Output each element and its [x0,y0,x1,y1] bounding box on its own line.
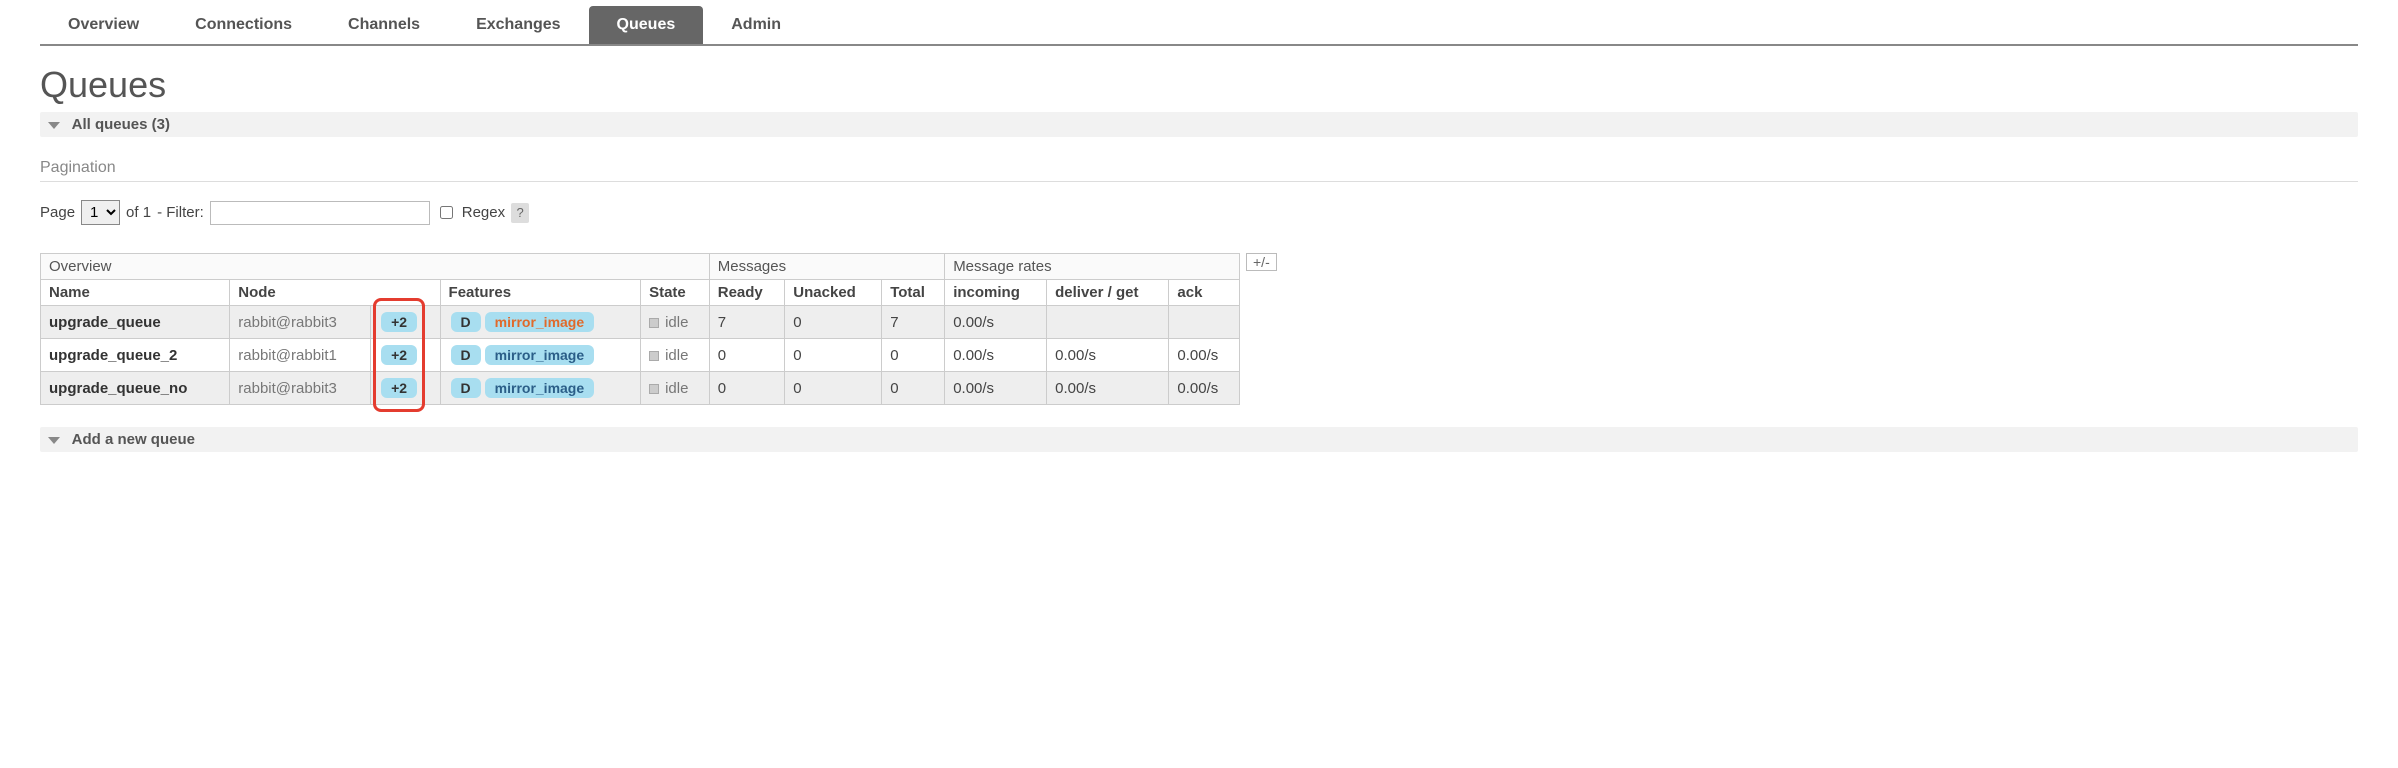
features-cell: Dmirror_image [440,372,641,405]
table-row: upgrade_queue_norabbit@rabbit3 +2 Dmirror_… [41,372,1240,405]
ready-value: 7 [709,306,785,339]
col-features[interactable]: Features [440,280,641,306]
group-overview: Overview [41,254,710,280]
page-title: Queues [40,64,2358,106]
regex-checkbox[interactable] [440,206,453,219]
unacked-value: 0 [785,372,882,405]
col-deliver[interactable]: deliver / get [1047,280,1169,306]
pagination-controls: Page 1 of 1 - Filter: Regex ? [40,200,2358,225]
node-label: rabbit@rabbit1 [230,339,371,372]
filter-label: - Filter: [157,204,204,221]
add-queue-header[interactable]: Add a new queue [40,427,2358,452]
feature-policy-tag: mirror_image [485,312,594,332]
feature-durable-tag: D [451,378,481,398]
add-queue-label: Add a new queue [72,431,195,448]
state-dot-icon [649,318,659,328]
queues-table: Overview Messages Message rates Name Nod… [40,253,1240,405]
table-row: upgrade_queue_2rabbit@rabbit1 +2 Dmirror_i… [41,339,1240,372]
node-label: rabbit@rabbit3 [230,372,371,405]
replica-tag-cell: +2 [371,306,440,339]
node-label: rabbit@rabbit3 [230,306,371,339]
ready-value: 0 [709,339,785,372]
queue-name-link[interactable]: upgrade_queue_2 [41,339,230,372]
main-tabs: Overview Connections Channels Exchanges … [40,6,2358,46]
ready-value: 0 [709,372,785,405]
incoming-value: 0.00/s [945,306,1047,339]
ack-value [1169,306,1240,339]
page-label: Page [40,204,75,221]
total-value: 7 [882,306,945,339]
features-cell: Dmirror_image [440,306,641,339]
all-queues-label: All queues (3) [72,116,170,133]
regex-help-icon[interactable]: ? [511,203,529,223]
queues-table-wrapper: Overview Messages Message rates Name Nod… [40,253,2358,405]
col-total[interactable]: Total [882,280,945,306]
state-dot-icon [649,384,659,394]
queue-name-link[interactable]: upgrade_queue [41,306,230,339]
caret-down-icon [48,122,60,129]
col-state[interactable]: State [641,280,710,306]
tab-admin[interactable]: Admin [703,6,809,44]
replica-tag-cell: +2 [371,339,440,372]
col-node[interactable]: Node [230,280,440,306]
pagination-heading: Pagination [40,159,2358,182]
caret-down-icon [48,437,60,444]
tab-channels[interactable]: Channels [320,6,448,44]
ack-value: 0.00/s [1169,372,1240,405]
all-queues-header[interactable]: All queues (3) [40,112,2358,137]
tab-overview[interactable]: Overview [40,6,167,44]
state-cell: idle [641,372,710,405]
group-rates: Message rates [945,254,1240,280]
feature-policy-tag: mirror_image [485,378,594,398]
col-name[interactable]: Name [41,280,230,306]
state-dot-icon [649,351,659,361]
total-value: 0 [882,372,945,405]
tab-queues[interactable]: Queues [589,6,704,44]
group-messages: Messages [709,254,944,280]
queue-name-link[interactable]: upgrade_queue_no [41,372,230,405]
regex-label: Regex [462,204,505,221]
deliver-value [1047,306,1169,339]
page-select[interactable]: 1 [81,200,120,225]
replica-tag-cell: +2 [371,372,440,405]
tab-exchanges[interactable]: Exchanges [448,6,588,44]
feature-durable-tag: D [451,345,481,365]
col-unacked[interactable]: Unacked [785,280,882,306]
col-incoming[interactable]: incoming [945,280,1047,306]
state-cell: idle [641,339,710,372]
filter-input[interactable] [210,201,430,225]
feature-policy-tag: mirror_image [485,345,594,365]
features-cell: Dmirror_image [440,339,641,372]
state-cell: idle [641,306,710,339]
unacked-value: 0 [785,339,882,372]
replica-count-tag[interactable]: +2 [381,312,417,332]
deliver-value: 0.00/s [1047,339,1169,372]
unacked-value: 0 [785,306,882,339]
replica-count-tag[interactable]: +2 [381,345,417,365]
page-of-label: of 1 [126,204,151,221]
tab-connections[interactable]: Connections [167,6,320,44]
col-ack[interactable]: ack [1169,280,1240,306]
ack-value: 0.00/s [1169,339,1240,372]
col-ready[interactable]: Ready [709,280,785,306]
table-row: upgrade_queuerabbit@rabbit3 +2 Dmirror_ima… [41,306,1240,339]
columns-toggle-button[interactable]: +/- [1246,253,1277,271]
incoming-value: 0.00/s [945,339,1047,372]
feature-durable-tag: D [451,312,481,332]
deliver-value: 0.00/s [1047,372,1169,405]
replica-count-tag[interactable]: +2 [381,378,417,398]
incoming-value: 0.00/s [945,372,1047,405]
total-value: 0 [882,339,945,372]
